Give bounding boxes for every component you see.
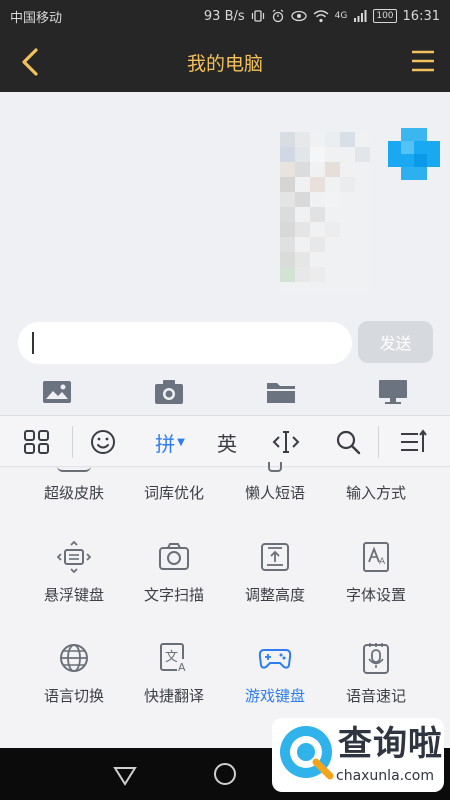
watermark-text: 查询啦 <box>338 724 443 764</box>
carrier-name: 中国移动 <box>10 10 63 26</box>
computer-icon[interactable] <box>378 378 408 406</box>
search-icon[interactable] <box>333 426 363 458</box>
pixelated-image-message[interactable] <box>280 132 370 292</box>
camera-icon[interactable] <box>154 378 184 406</box>
globe-icon <box>60 644 88 672</box>
cursor-move-icon[interactable] <box>271 426 301 458</box>
eye-icon <box>290 10 307 22</box>
item-label: 懒人短语 <box>244 484 305 502</box>
keyboard-toolbar: 拼 ▼ 英 <box>0 415 450 467</box>
avatar[interactable] <box>388 128 440 180</box>
send-button[interactable]: 发送 <box>358 321 433 363</box>
back-triangle-icon[interactable] <box>111 760 139 788</box>
page-title: 我的电脑 <box>186 52 263 75</box>
text-scan-item[interactable]: 文字扫描 <box>118 530 230 630</box>
status-icons: 93 B/s 4G 100 16:31 <box>204 9 440 24</box>
pinyin-label: 拼 <box>155 431 176 456</box>
voice-note-icon <box>363 643 389 674</box>
item-label: 游戏键盘 <box>244 687 305 705</box>
item-label: 输入方式 <box>345 484 406 502</box>
battery-level: 100 <box>373 9 397 23</box>
wifi-icon <box>313 9 329 22</box>
toolbar-divider <box>72 426 73 458</box>
keyboard-function-panel: 超级皮肤 词库优化 懒人短语 输入方式 悬浮键盘 文字扫描 调整高度 A 字体设… <box>0 462 450 748</box>
image-icon[interactable] <box>42 378 72 406</box>
toolbar-divider <box>378 426 379 458</box>
signal-icon <box>354 10 367 22</box>
font-settings-icon: A <box>363 542 389 572</box>
dictionary-icon <box>157 462 191 472</box>
svg-text:文: 文 <box>165 650 178 665</box>
super-skin-icon <box>57 462 91 472</box>
text-cursor <box>32 332 34 354</box>
chat-area <box>0 92 450 310</box>
emoji-icon[interactable] <box>88 426 118 458</box>
item-label: 文字扫描 <box>143 586 204 604</box>
svg-text:A: A <box>379 557 386 567</box>
pinyin-mode-tab[interactable]: 拼 ▼ <box>150 426 190 458</box>
floating-keyboard-item[interactable]: 悬浮键盘 <box>18 530 130 630</box>
adjust-height-icon <box>261 543 289 571</box>
caret-down-icon: ▼ <box>177 436 185 448</box>
item-label: 语言切换 <box>43 687 104 705</box>
floating-keyboard-icon <box>57 540 91 574</box>
item-label: 超级皮肤 <box>43 484 104 502</box>
language-switch-item[interactable]: 语言切换 <box>18 631 130 731</box>
item-label: 语音速记 <box>345 687 406 705</box>
item-label: 快捷翻译 <box>143 687 204 705</box>
font-settings-item[interactable]: A 字体设置 <box>320 530 432 630</box>
chevron-left-icon[interactable] <box>16 44 46 80</box>
alarm-icon <box>272 9 284 23</box>
translate-icon: 文A <box>160 643 189 674</box>
grid-menu-icon[interactable] <box>22 426 52 458</box>
english-mode-tab[interactable]: 英 <box>212 426 242 458</box>
item-label: 词库优化 <box>143 484 204 502</box>
watermark-logo: 查询啦 chaxunla.com <box>272 712 444 796</box>
hamburger-menu-icon[interactable] <box>410 48 436 74</box>
clock: 16:31 <box>402 8 440 24</box>
phrases-icon <box>268 462 282 472</box>
adjust-height-item[interactable]: 调整高度 <box>219 530 331 630</box>
item-label: 调整高度 <box>244 586 305 604</box>
network-speed: 93 B/s <box>203 8 245 24</box>
attachment-bar <box>0 372 450 414</box>
composer: 发送 <box>0 318 450 370</box>
vibrate-icon <box>251 10 264 22</box>
watermark-url: chaxunla.com <box>336 768 434 784</box>
svg-text:A: A <box>178 661 186 674</box>
folder-icon[interactable] <box>266 378 296 406</box>
title-bar: 我的电脑 <box>0 32 450 92</box>
collapse-keyboard-icon[interactable] <box>398 426 428 458</box>
status-bar: 中国移动 93 B/s 4G 100 16:31 <box>0 0 450 32</box>
network-type: 4G <box>334 11 348 21</box>
gamepad-icon <box>258 649 292 669</box>
input-method-icon <box>359 462 393 472</box>
message-input[interactable] <box>18 322 352 364</box>
item-label: 悬浮键盘 <box>43 586 104 604</box>
camera-scan-icon <box>159 543 189 570</box>
home-circle-icon[interactable] <box>211 760 239 788</box>
item-label: 字体设置 <box>345 586 406 604</box>
quick-translate-item[interactable]: 文A 快捷翻译 <box>118 631 230 731</box>
